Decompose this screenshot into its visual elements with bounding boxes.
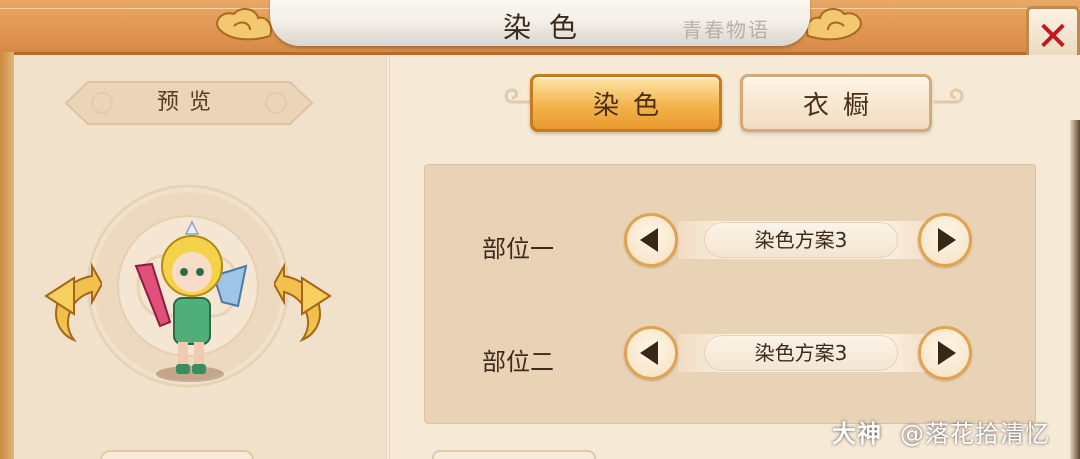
part-2-next-button[interactable]	[918, 326, 972, 380]
close-icon: ✕	[1036, 14, 1070, 60]
cloud-ornament-left	[216, 8, 272, 41]
left-frame-strip	[0, 52, 14, 459]
part-2-label: 部位二	[482, 348, 554, 376]
tab-dye[interactable]: 染色	[530, 74, 722, 132]
watermark-brand: 大神	[832, 420, 882, 448]
rotate-right-icon[interactable]	[274, 256, 336, 342]
part-1-value: 染色方案3	[704, 222, 898, 258]
title-plate: 青春物语 染色	[270, 0, 810, 46]
right-frame-edge	[1070, 120, 1080, 459]
arrow-right-icon	[938, 228, 956, 252]
dye-window: 青春物语 染色 ✕ 预览 染色 衣橱 部位一 染色方案3 部位二 染色方案3 大…	[0, 0, 1080, 459]
part-2-value: 染色方案3	[704, 335, 898, 371]
tab-ornament-right	[934, 88, 964, 104]
arrow-left-icon	[640, 228, 658, 252]
part-1-next-button[interactable]	[918, 213, 972, 267]
part-1-label: 部位一	[482, 235, 554, 263]
tab-wardrobe[interactable]: 衣橱	[740, 74, 932, 132]
arrow-right-icon	[938, 341, 956, 365]
dye-options-box	[424, 164, 1036, 424]
rotate-left-icon[interactable]	[40, 256, 102, 342]
preview-label: 预览	[156, 90, 221, 115]
arrow-left-icon	[640, 341, 658, 365]
watermark: 大神 @落花拾清忆	[832, 414, 1050, 449]
dye-bottom-button[interactable]	[432, 450, 596, 459]
preview-bottom-button[interactable]	[100, 450, 254, 459]
character-preview-model	[134, 220, 248, 382]
part-1-prev-button[interactable]	[624, 213, 678, 267]
part-2-prev-button[interactable]	[624, 326, 678, 380]
cloud-ornament-right	[806, 8, 862, 41]
watermark-handle: @落花拾清忆	[900, 420, 1050, 448]
window-title: 染色	[502, 11, 595, 44]
preview-label-plate: 预览	[64, 80, 314, 126]
